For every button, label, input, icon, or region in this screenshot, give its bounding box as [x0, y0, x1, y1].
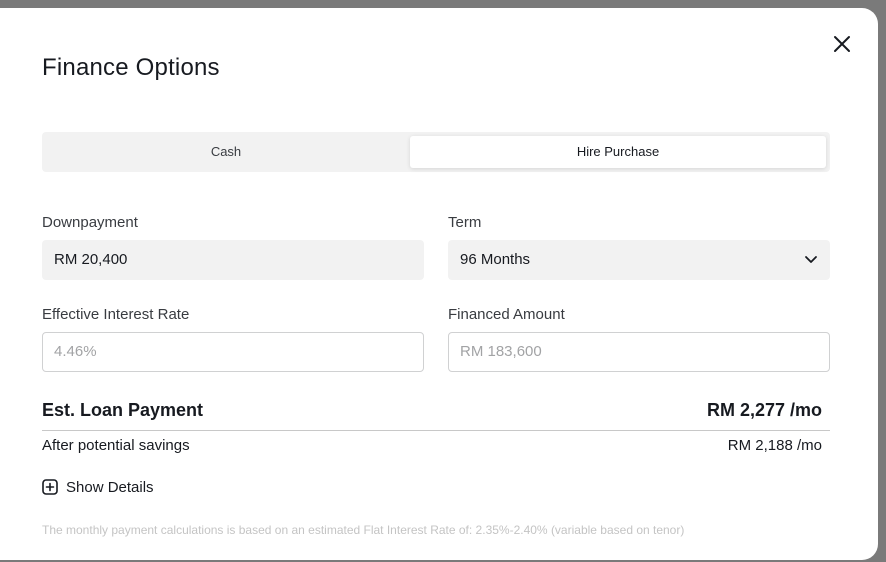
- term-label: Term: [448, 214, 482, 231]
- after-savings-label: After potential savings: [42, 437, 190, 454]
- interest-rate-input[interactable]: 4.46%: [42, 332, 424, 372]
- downpayment-value: RM 20,400: [54, 251, 128, 268]
- tab-cash[interactable]: Cash: [46, 136, 406, 168]
- downpayment-label: Downpayment: [42, 214, 138, 231]
- downpayment-field[interactable]: RM 20,400: [42, 240, 424, 280]
- modal-title: Finance Options: [42, 54, 220, 81]
- show-details-button[interactable]: Show Details: [42, 478, 154, 496]
- summary-divider: [42, 430, 830, 431]
- plus-box-icon: [42, 479, 58, 495]
- est-loan-payment-value: RM 2,277 /mo: [706, 400, 822, 420]
- close-icon: [834, 36, 850, 52]
- tab-hire-purchase[interactable]: Hire Purchase: [410, 136, 826, 168]
- interest-rate-placeholder: 4.46%: [54, 343, 97, 360]
- financed-amount-label: Financed Amount: [448, 306, 565, 323]
- chevron-down-icon: [805, 256, 817, 263]
- show-details-label: Show Details: [66, 478, 154, 496]
- term-value: 96 Months: [460, 251, 531, 268]
- financed-amount-input[interactable]: RM 183,600: [448, 332, 830, 372]
- est-loan-payment-label: Est. Loan Payment: [42, 400, 204, 420]
- term-select[interactable]: 96 Months: [448, 240, 830, 280]
- finance-disclaimer: The monthly payment calculations is base…: [42, 523, 685, 537]
- interest-rate-label: Effective Interest Rate: [42, 306, 190, 323]
- after-savings-value: RM 2,188 /mo: [727, 437, 822, 454]
- financed-amount-placeholder: RM 183,600: [460, 343, 542, 360]
- payment-type-toggle: Cash Hire Purchase: [42, 132, 830, 172]
- close-button[interactable]: [832, 34, 852, 54]
- finance-options-modal: Finance Options Cash Hire Purchase Downp…: [0, 8, 878, 560]
